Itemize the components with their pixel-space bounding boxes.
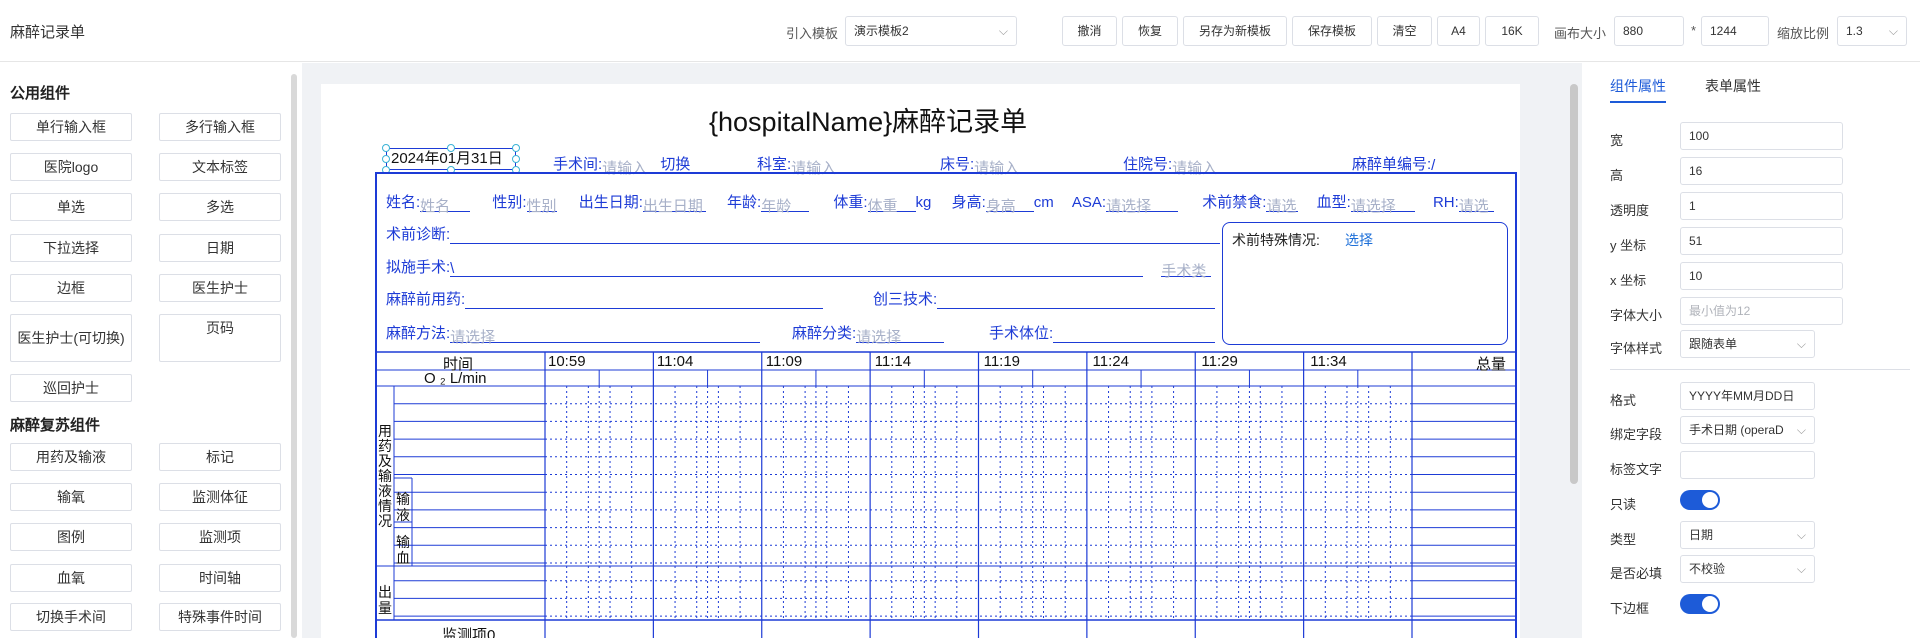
property-label: 高 (1610, 168, 1624, 183)
property-label: 绑定字段 (1610, 427, 1663, 442)
tab-component-properties[interactable]: 组件属性 (1610, 76, 1666, 96)
property-label: 宽 (1610, 133, 1624, 148)
property-label: 下边框 (1610, 601, 1650, 616)
property-select-value: 跟随表单 (1689, 337, 1738, 351)
total-header: 总量 (1476, 356, 1507, 373)
property-label: 透明度 (1610, 203, 1650, 218)
chevron-down-icon: ⌵ (1796, 528, 1806, 542)
property-input[interactable]: 最小值为12 (1680, 297, 1843, 325)
property-input[interactable]: 10 (1680, 262, 1843, 290)
property-select[interactable]: 日期 ⌵ (1680, 521, 1815, 549)
blood-transfusion-label: 输血 (396, 534, 410, 566)
property-input[interactable]: YYYY年MM月DD日 (1680, 382, 1815, 410)
property-select[interactable]: 不校验 ⌵ (1680, 555, 1815, 583)
chevron-down-icon: ⌵ (1796, 337, 1806, 351)
property-label: 字体样式 (1610, 341, 1663, 356)
time-axis-label: 11:29 (1201, 353, 1238, 370)
time-axis-label: 10:59 (548, 353, 586, 370)
property-input[interactable] (1680, 451, 1815, 479)
property-label: 标签文字 (1610, 462, 1663, 477)
chevron-down-icon: ⌵ (1796, 562, 1806, 576)
property-select-value: 不校验 (1689, 562, 1726, 576)
property-select[interactable]: 手术日期 (operaD ⌵ (1680, 416, 1815, 444)
property-label: 格式 (1610, 393, 1637, 408)
property-label: y 坐标 (1610, 238, 1647, 253)
property-select-value: 手术日期 (operaD (1689, 423, 1784, 437)
time-axis-label: 11:24 (1092, 353, 1129, 370)
grid-lines (376, 351, 1516, 638)
property-input[interactable]: 16 (1680, 157, 1843, 185)
oxygen-row-label: O ₂ L/min (424, 370, 487, 387)
property-input[interactable]: 100 (1680, 122, 1843, 150)
property-select-value: 日期 (1689, 528, 1714, 542)
tab-form-properties[interactable]: 表单属性 (1705, 76, 1761, 96)
time-axis-label: 11:04 (656, 353, 694, 370)
time-axis-label: 11:09 (765, 353, 803, 370)
medication-infusion-label: 用药及输液情况 (378, 423, 392, 529)
property-label: x 坐标 (1610, 273, 1647, 288)
property-label: 字体大小 (1610, 308, 1663, 323)
property-toggle[interactable] (1680, 490, 1720, 510)
property-label: 只读 (1610, 497, 1637, 512)
property-label: 类型 (1610, 532, 1637, 547)
time-axis-label: 11:34 (1310, 353, 1347, 370)
property-divider (1610, 369, 1910, 370)
property-toggle[interactable] (1680, 594, 1720, 614)
time-axis-label: 11:19 (983, 353, 1021, 370)
property-input[interactable]: 1 (1680, 192, 1843, 220)
property-input[interactable]: 51 (1680, 227, 1843, 255)
active-tab-indicator (1610, 101, 1666, 103)
infusion-label: 输液 (396, 491, 410, 523)
chevron-down-icon: ⌵ (1796, 423, 1806, 437)
monitor-item-label: 监测项0 (442, 627, 496, 638)
property-label: 是否必填 (1610, 566, 1663, 581)
time-axis-label: 11:14 (874, 353, 912, 370)
output-label: 出量 (378, 584, 392, 616)
property-select[interactable]: 跟随表单 ⌵ (1680, 330, 1815, 358)
